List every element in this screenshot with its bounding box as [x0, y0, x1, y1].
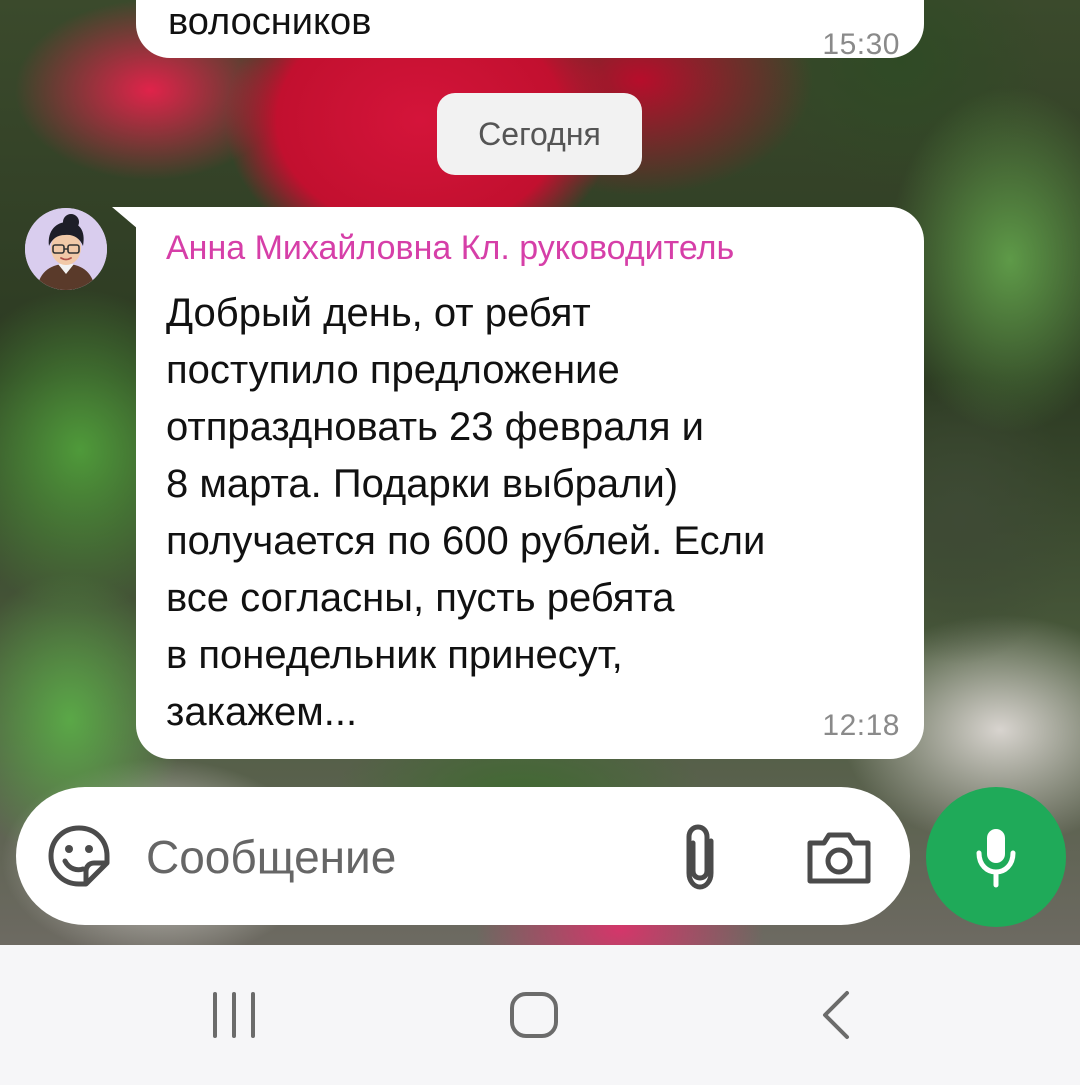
chat-screen: волосников 15:30 Сегодня Анна Михайловна…: [0, 0, 1080, 1085]
message-bubble-tail: [112, 207, 138, 229]
paperclip-icon[interactable]: [676, 821, 726, 893]
home-icon[interactable]: [506, 989, 562, 1041]
message-time: 12:18: [822, 709, 900, 742]
sticker-icon[interactable]: [46, 823, 112, 889]
avatar-image: [25, 208, 107, 290]
message-composer: [16, 787, 910, 925]
system-navigation-bar: [0, 945, 1080, 1085]
recents-icon[interactable]: [205, 990, 265, 1040]
microphone-icon: [976, 829, 1016, 888]
voice-message-button[interactable]: [926, 787, 1066, 927]
message-bubble[interactable]: Анна Михайловна Кл. руководитель Добрый …: [136, 207, 924, 759]
date-separator: Сегодня: [437, 93, 642, 175]
previous-message-text: волосников: [168, 1, 372, 43]
previous-message-bubble[interactable]: волосников 15:30: [136, 0, 924, 61]
back-icon[interactable]: [815, 989, 855, 1041]
message-input[interactable]: [146, 825, 626, 889]
previous-message-time: 15:30: [822, 28, 900, 61]
message-text: Добрый день, от ребят поступило предложе…: [166, 291, 766, 734]
sender-avatar[interactable]: [25, 208, 107, 290]
sender-name[interactable]: Анна Михайловна Кл. руководитель: [166, 229, 734, 268]
camera-icon[interactable]: [804, 827, 874, 887]
